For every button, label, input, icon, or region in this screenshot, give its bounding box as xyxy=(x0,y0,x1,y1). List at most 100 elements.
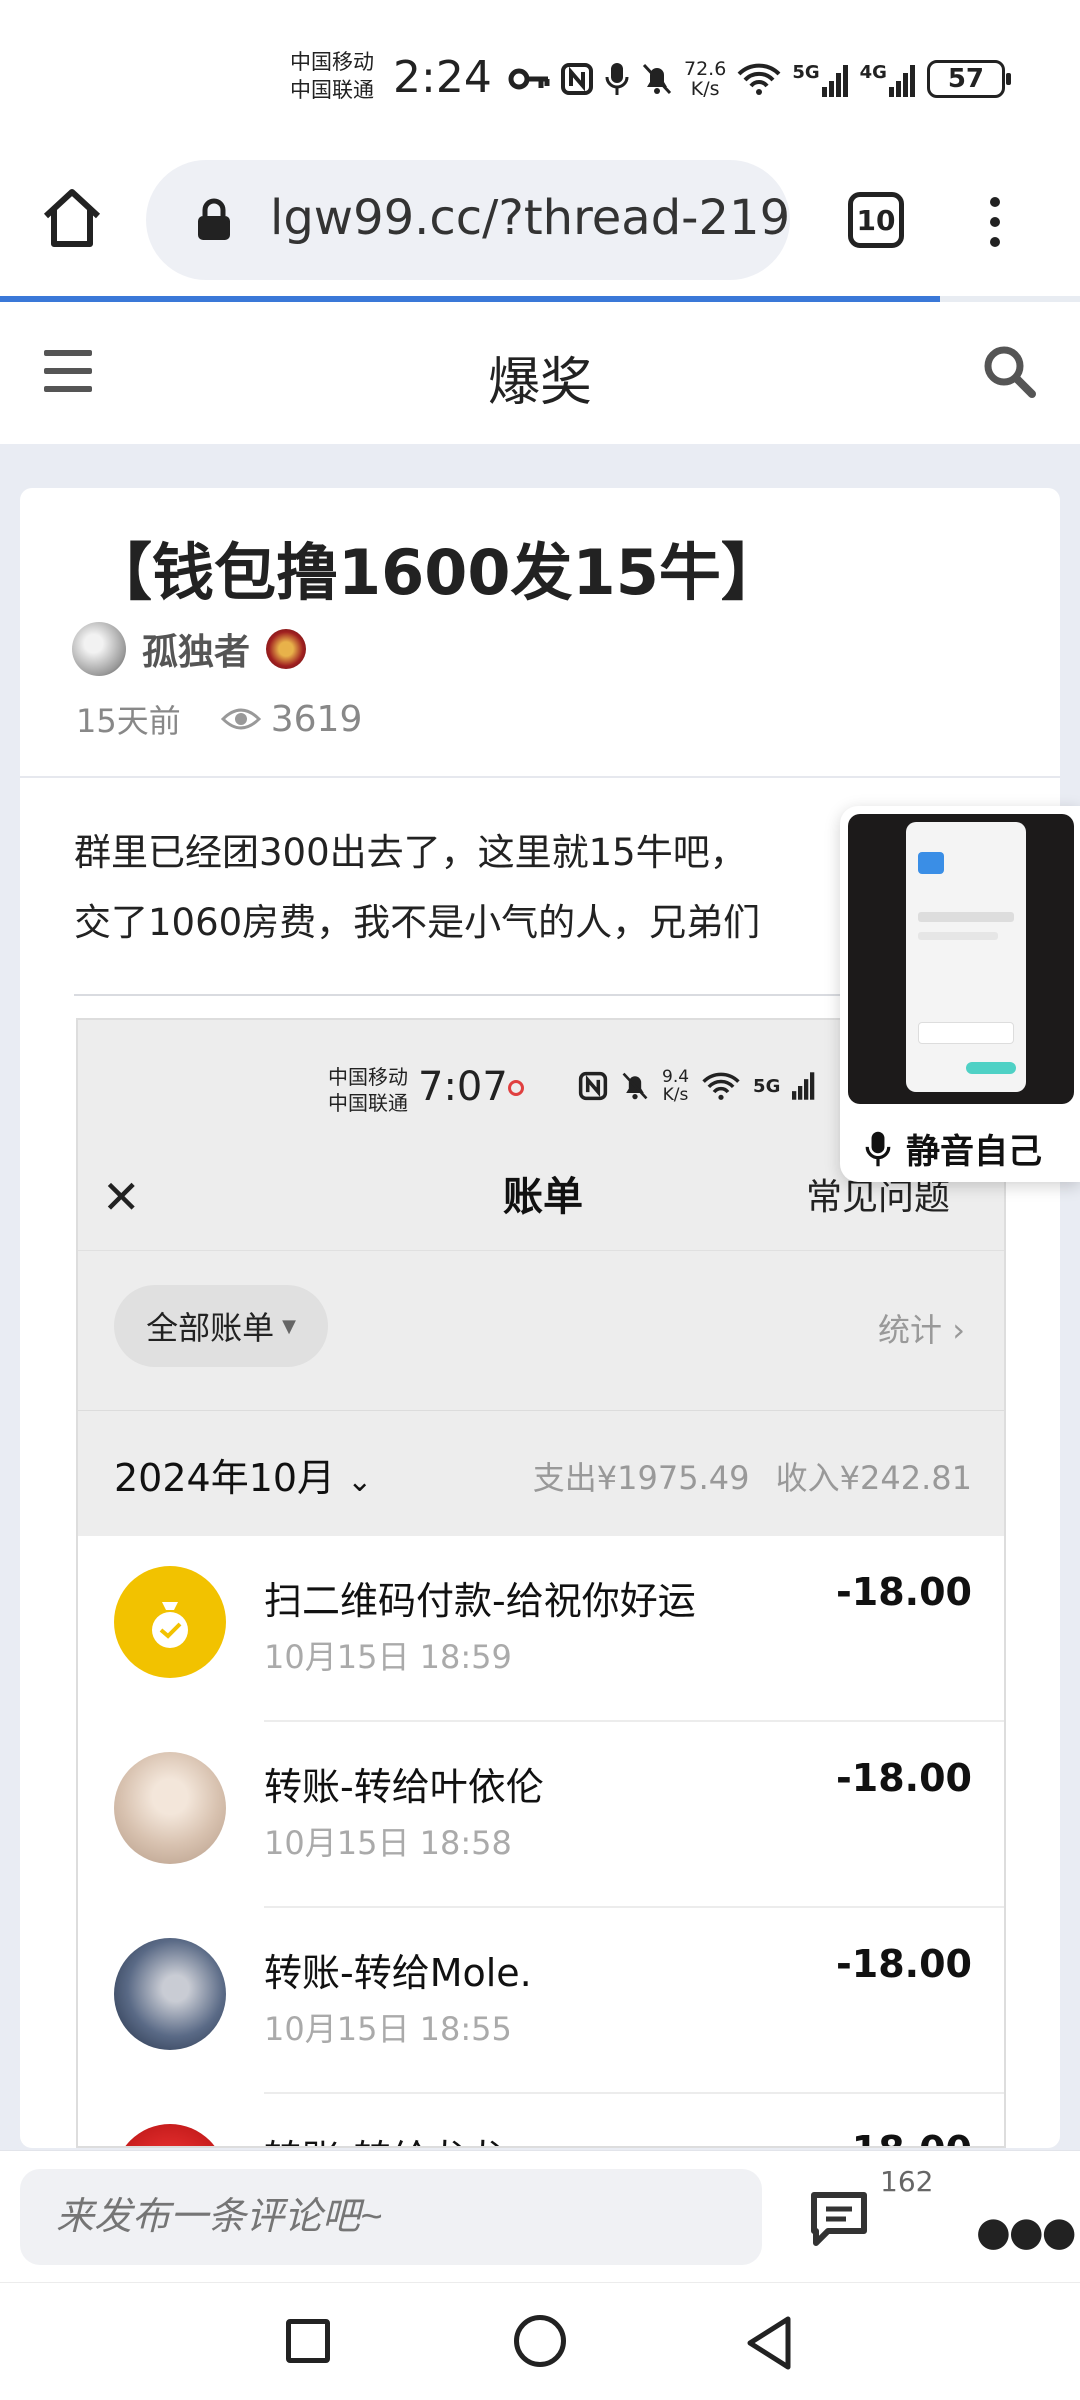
bell-off-icon xyxy=(622,1072,648,1100)
home-nav-button[interactable] xyxy=(514,2315,566,2367)
chevron-right-icon: › xyxy=(952,1311,965,1349)
video-preview[interactable] xyxy=(848,814,1074,1104)
carrier-2: 中国联通 xyxy=(290,78,374,102)
image-carrier-labels: 中国移动 中国联通 xyxy=(328,1064,408,1116)
system-nav-bar xyxy=(0,2282,1080,2400)
comment-icon xyxy=(811,2192,867,2246)
more-vertical-icon xyxy=(990,197,1000,247)
network-speed: 72.6 K/s xyxy=(684,59,726,99)
transaction-time: 10月15日 18:58 xyxy=(264,1824,512,1862)
url-text[interactable]: lgw99.cc/?thread-2195 xyxy=(270,190,790,246)
avatar xyxy=(114,2124,226,2146)
address-bar[interactable]: lgw99.cc/?thread-2195 xyxy=(146,160,790,280)
battery-indicator: 57 xyxy=(926,60,1011,98)
nfc-icon xyxy=(578,1071,608,1101)
signal-5g: 5G xyxy=(792,62,849,97)
transaction-title: 转账-转给龙龙 xyxy=(264,2128,506,2146)
home-button[interactable] xyxy=(40,186,104,250)
money-bag-icon xyxy=(114,1566,226,1678)
tab-switcher-button[interactable]: 10 xyxy=(848,192,904,248)
list-item: 扫二维码付款-给祝你好运 10月15日 18:59 -18.00 xyxy=(78,1536,1004,1722)
image-expense-summary: 支出¥1975.49 xyxy=(532,1459,750,1497)
image-filter-label: 全部账单 xyxy=(146,1309,275,1347)
divider xyxy=(20,776,1060,778)
image-filter-row: 全部账单 ▼ 统计 › xyxy=(78,1250,1004,1410)
transaction-title: 转账-转给叶依伦 xyxy=(264,1765,544,1809)
microphone-icon xyxy=(605,63,629,95)
image-carrier-1: 中国移动 xyxy=(328,1065,408,1089)
more-options-button[interactable]: ●●● xyxy=(976,2209,1077,2255)
avatar[interactable] xyxy=(72,622,126,676)
image-speed-value: 9.4 xyxy=(662,1067,690,1087)
home-icon xyxy=(43,189,101,247)
signal-bars-icon xyxy=(888,64,915,97)
list-item: 转账-转给叶依伦 10月15日 18:58 -18.00 xyxy=(78,1722,1004,1908)
image-carrier-2: 中国联通 xyxy=(328,1091,408,1115)
avatar xyxy=(114,1938,226,2050)
bell-off-icon xyxy=(642,63,672,95)
signal-bars-icon xyxy=(821,64,848,97)
recent-apps-button[interactable] xyxy=(286,2319,330,2363)
back-button[interactable] xyxy=(744,2315,794,2375)
image-status-icons: 9.4 K/s 5G xyxy=(578,1068,816,1104)
browser-menu-button[interactable] xyxy=(980,192,1010,252)
signal-bars-icon xyxy=(792,1072,815,1100)
wifi-icon xyxy=(737,63,781,95)
transaction-title: 扫二维码付款-给祝你好运 xyxy=(264,1579,696,1623)
image-month-text: 2024年10月 xyxy=(114,1456,336,1500)
image-signal-label: 5G xyxy=(753,1075,781,1097)
mute-self-button[interactable]: 静音自己 xyxy=(864,1124,1042,1173)
comment-input[interactable] xyxy=(20,2169,762,2265)
author-name[interactable]: 孤独者 xyxy=(142,623,250,675)
author-row[interactable]: 孤独者 xyxy=(72,622,307,676)
image-network-speed: 9.4 K/s xyxy=(662,1068,689,1104)
carrier-1: 中国移动 xyxy=(290,50,374,74)
wifi-icon xyxy=(702,1072,740,1100)
list-item: 转账-转给龙龙 -18.00 xyxy=(78,2094,1004,2146)
search-icon xyxy=(984,346,1036,398)
floating-video-window[interactable]: 静音自己 xyxy=(840,806,1080,1182)
transaction-time: 10月15日 18:59 xyxy=(264,1638,512,1676)
chevron-down-icon: ⌄ xyxy=(347,1464,373,1499)
carrier-labels: 中国移动 中国联通 xyxy=(290,48,374,104)
mute-self-label: 静音自己 xyxy=(906,1132,1042,1172)
status-bar: 中国移动 中国联通 2:24 72.6 K/s 5G 4G 57 xyxy=(0,0,1080,150)
transaction-amount: -18.00 xyxy=(836,1942,972,1986)
status-icons: 72.6 K/s 5G 4G 57 xyxy=(508,54,1011,104)
site-header: 爆奖 xyxy=(0,302,1080,444)
image-filter-pill: 全部账单 ▼ xyxy=(114,1285,328,1367)
post-time: 15天前 xyxy=(76,702,181,740)
list-item: 转账-转给Mole. 10月15日 18:55 -18.00 xyxy=(78,1908,1004,2094)
lock-icon xyxy=(198,198,230,240)
signal-4g-label: 4G xyxy=(859,61,887,83)
post-image[interactable]: 中国移动 中国联通 7:07 9.4 K/s 5G ✕ 账单 常见问题 全部账单… xyxy=(76,1018,1006,2148)
transaction-amount: -18.00 xyxy=(836,2128,972,2146)
comment-count: 162 xyxy=(880,2165,934,2198)
image-stats-label: 统计 xyxy=(878,1311,943,1349)
post-title: 【钱包撸1600发15牛】 xyxy=(90,536,783,609)
signal-5g-label: 5G xyxy=(792,61,820,83)
video-preview-content xyxy=(906,822,1026,1092)
status-time: 2:24 xyxy=(393,52,492,103)
comments-button[interactable] xyxy=(806,2187,872,2251)
signal-4g: 4G xyxy=(860,62,917,97)
eye-icon xyxy=(220,708,261,730)
comment-bar: 162 ●●● xyxy=(0,2150,1080,2282)
image-time: 7:07 xyxy=(418,1064,508,1110)
site-title: 爆奖 xyxy=(487,353,592,413)
image-speed-unit: K/s xyxy=(662,1085,689,1105)
recording-dot-icon xyxy=(508,1080,524,1096)
image-transaction-list: 扫二维码付款-给祝你好运 10月15日 18:59 -18.00 转账-转给叶依… xyxy=(78,1536,1004,2146)
back-triangle-icon xyxy=(747,2316,791,2370)
transaction-time: 10月15日 18:55 xyxy=(264,2010,512,2048)
image-income-summary: 收入¥242.81 xyxy=(775,1459,972,1497)
caret-down-icon: ▼ xyxy=(282,1315,296,1337)
transaction-amount: -18.00 xyxy=(836,1570,972,1614)
browser-toolbar: lgw99.cc/?thread-2195 10 xyxy=(0,150,1080,302)
microphone-icon xyxy=(865,1131,891,1166)
search-button[interactable] xyxy=(980,342,1038,404)
nfc-icon xyxy=(561,63,593,95)
transaction-title: 转账-转给Mole. xyxy=(264,1951,532,1995)
image-month-label: 2024年10月 ⌄ xyxy=(114,1447,372,1502)
image-stats-link: 统计 › xyxy=(878,1305,965,1351)
